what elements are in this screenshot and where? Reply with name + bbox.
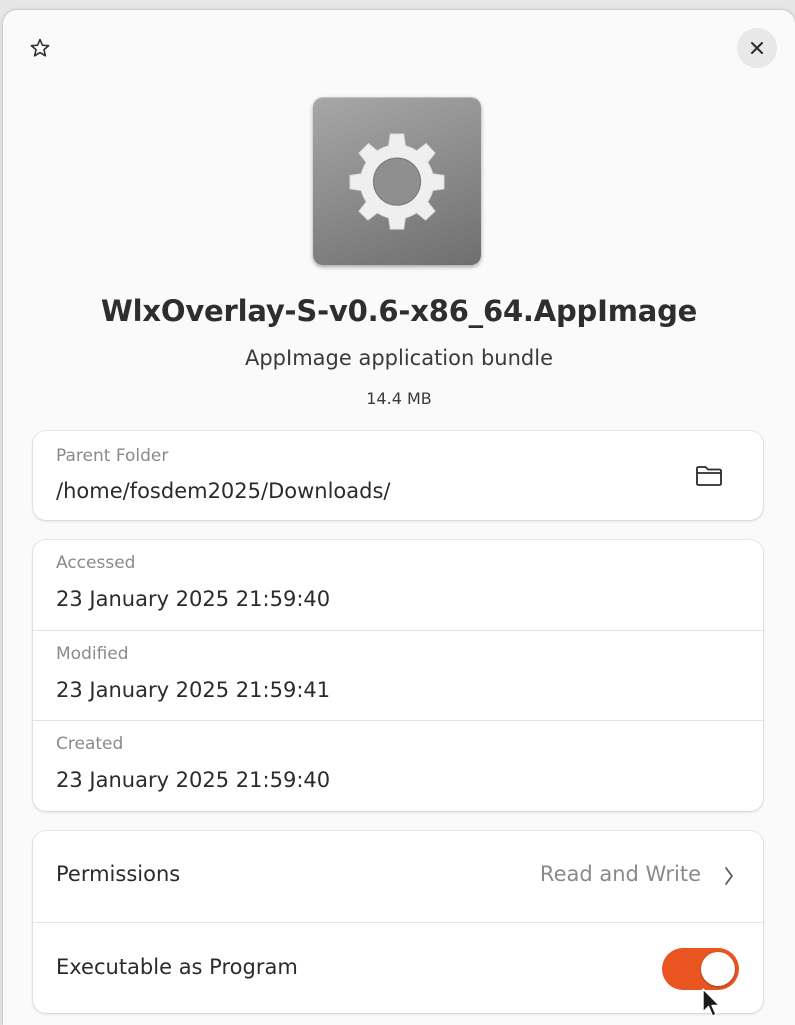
gear-icon	[349, 133, 445, 230]
created-row: Created 23 January 2025 21:59:40	[33, 720, 763, 810]
executable-row: Executable as Program	[33, 922, 763, 1013]
dates-card: Accessed 23 January 2025 21:59:40 Modifi…	[33, 540, 763, 811]
file-properties-dialog: WlxOverlay-S-v0.6-x86_64.AppImage AppIma…	[3, 10, 795, 1025]
accessed-value: 23 January 2025 21:59:40	[56, 587, 331, 611]
created-value: 23 January 2025 21:59:40	[56, 768, 331, 792]
accessed-caption: Accessed	[56, 553, 136, 573]
accessed-row: Accessed 23 January 2025 21:59:40	[33, 540, 763, 630]
star-button[interactable]	[25, 33, 55, 63]
file-icon	[313, 97, 481, 265]
star-outline-icon	[30, 38, 50, 57]
open-parent-folder-button[interactable]	[689, 456, 729, 496]
parent-folder-caption: Parent Folder	[56, 446, 169, 466]
file-size: 14.4 MB	[366, 389, 432, 408]
modified-caption: Modified	[56, 644, 129, 664]
permissions-row[interactable]: Permissions Read and Write	[33, 831, 763, 922]
folder-icon	[696, 466, 722, 486]
file-name: WlxOverlay-S-v0.6-x86_64.AppImage	[100, 294, 698, 328]
created-caption: Created	[56, 734, 124, 754]
close-button[interactable]	[737, 28, 777, 68]
parent-folder-path: /home/fosdem2025/Downloads/	[56, 479, 391, 503]
toggle-knob	[701, 952, 735, 986]
chevron-right-icon	[725, 867, 733, 885]
close-icon	[751, 42, 763, 54]
executable-label: Executable as Program	[56, 955, 298, 979]
executable-toggle[interactable]	[662, 948, 739, 990]
permissions-card: Permissions Read and Write Executable as…	[33, 831, 763, 1013]
permissions-value: Read and Write	[539, 862, 701, 886]
parent-folder-card: Parent Folder /home/fosdem2025/Downloads…	[33, 431, 763, 520]
modified-value: 23 January 2025 21:59:41	[56, 678, 331, 702]
file-type: AppImage application bundle	[244, 346, 554, 370]
permissions-label: Permissions	[56, 862, 181, 886]
parent-folder-row: Parent Folder /home/fosdem2025/Downloads…	[33, 431, 763, 520]
modified-row: Modified 23 January 2025 21:59:41	[33, 630, 763, 720]
